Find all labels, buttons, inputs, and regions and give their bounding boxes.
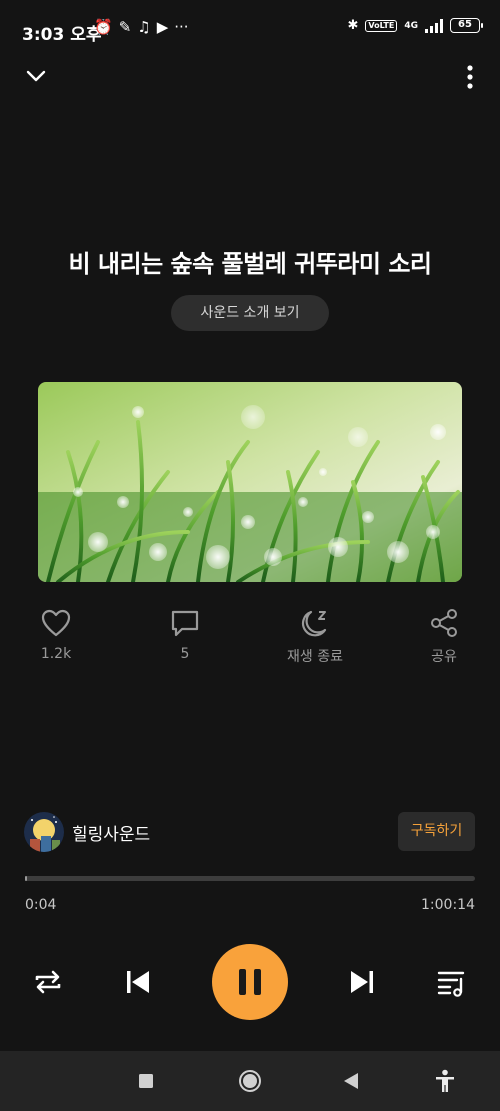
skip-next-icon xyxy=(351,971,373,993)
alarm-off-icon: ⏰ xyxy=(94,18,113,36)
moon-sleep-icon xyxy=(301,610,327,637)
more-notifications-icon: ··· xyxy=(174,18,189,36)
status-time: 3:03 오후 xyxy=(22,25,102,45)
subscribe-button[interactable]: 구독하기 xyxy=(398,812,475,851)
system-nav-bar xyxy=(0,1051,500,1111)
status-bar: 3:03 오후 ⏰ ✎ ♫ ▶ ··· ✱ VoLTE 4G 65 xyxy=(0,0,500,60)
action-row: 1.2k 5 재생 종료 공유 xyxy=(0,608,500,678)
bluetooth-icon: ✱ xyxy=(347,18,359,33)
share-label: 공유 xyxy=(431,649,457,665)
back-button[interactable] xyxy=(343,1072,359,1094)
current-time: 0:04 xyxy=(25,897,57,913)
comment-count: 5 xyxy=(180,646,190,662)
sound-player-screen: 3:03 오후 ⏰ ✎ ♫ ▶ ··· ✱ VoLTE 4G 65 비 내리는 … xyxy=(0,0,500,1111)
cover-image xyxy=(38,382,462,582)
like-count: 1.2k xyxy=(40,646,72,662)
home-circle-icon xyxy=(239,1070,261,1092)
square-icon xyxy=(139,1074,153,1088)
comment-button[interactable]: 5 xyxy=(165,608,205,662)
previous-button[interactable] xyxy=(122,966,154,1002)
progress-fill xyxy=(25,876,28,881)
back-triangle-icon xyxy=(344,1073,358,1089)
pause-icon xyxy=(239,969,261,995)
share-icon xyxy=(431,609,457,637)
music-note-icon: ♫ xyxy=(137,18,151,36)
total-time: 1:00:14 xyxy=(421,897,475,913)
next-button[interactable] xyxy=(346,966,378,1002)
sleep-timer-button[interactable]: 재생 종료 xyxy=(285,608,345,666)
accessibility-button[interactable] xyxy=(434,1069,456,1097)
sleep-timer-label: 재생 종료 xyxy=(287,649,343,665)
top-nav xyxy=(0,60,500,92)
repeat-button[interactable] xyxy=(32,966,64,1002)
more-vertical-icon xyxy=(467,65,473,89)
youtube-icon: ▶ xyxy=(156,18,169,36)
system-icons: ✱ VoLTE 4G 65 xyxy=(347,18,483,33)
repeat-icon xyxy=(35,970,61,994)
signal-icon xyxy=(425,18,443,33)
comment-icon xyxy=(171,610,199,637)
channel-name[interactable]: 힐링사운드 xyxy=(72,820,150,845)
dewy-grass-image xyxy=(38,382,462,582)
progress-slider[interactable] xyxy=(25,876,475,881)
home-button[interactable] xyxy=(238,1069,262,1097)
share-button[interactable]: 공유 xyxy=(424,608,464,666)
collapse-button[interactable] xyxy=(22,62,50,90)
battery-icon: 65 xyxy=(450,18,483,33)
recent-apps-button[interactable] xyxy=(138,1073,154,1093)
playlist-icon xyxy=(437,971,465,997)
like-button[interactable]: 1.2k xyxy=(36,608,76,662)
pause-button[interactable] xyxy=(212,944,288,1020)
heart-icon xyxy=(41,609,71,637)
sound-title: 비 내리는 숲속 풀벌레 귀뚜라미 소리 xyxy=(68,250,432,278)
network-type: 4G xyxy=(404,20,418,31)
more-options-button[interactable] xyxy=(464,64,476,90)
avatar-illustration xyxy=(24,812,64,852)
chevron-down-icon xyxy=(26,70,46,82)
volte-icon: VoLTE xyxy=(365,19,398,32)
feather-icon: ✎ xyxy=(118,18,132,36)
playlist-button[interactable] xyxy=(436,966,468,1002)
sound-intro-button[interactable]: 사운드 소개 보기 xyxy=(171,295,329,331)
channel-avatar[interactable] xyxy=(24,812,64,852)
skip-previous-icon xyxy=(127,971,149,993)
accessibility-icon xyxy=(436,1069,454,1092)
notification-icons: ⏰ ✎ ♫ ▶ ··· xyxy=(94,18,189,36)
